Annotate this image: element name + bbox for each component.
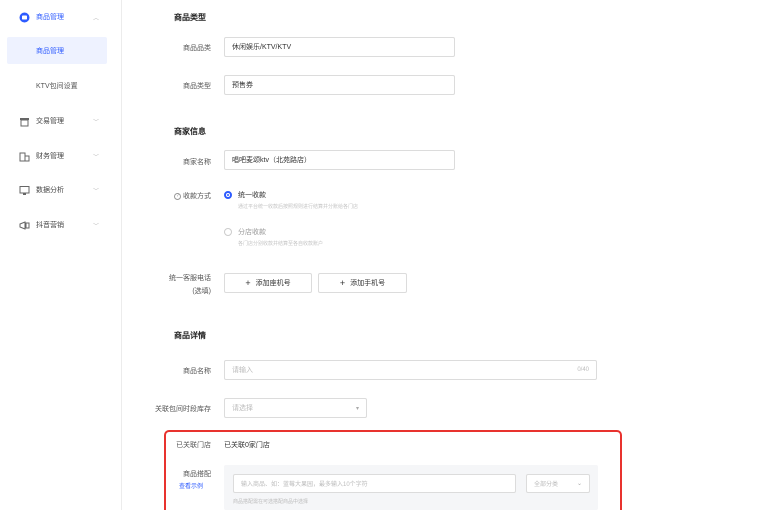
radio-checked-icon[interactable] bbox=[224, 191, 232, 199]
help-circle-icon[interactable]: ? bbox=[174, 192, 181, 200]
sidebar-item-product-management[interactable]: 商品管理 bbox=[7, 37, 107, 64]
payment-method-label: 收款方式 bbox=[183, 193, 211, 200]
radio-description: 各门店分别收款并结算至各自收款账户 bbox=[238, 241, 324, 247]
chevron-down-icon: ﹀ bbox=[93, 188, 100, 195]
menu-label: 交易管理 bbox=[36, 118, 64, 125]
add-mobile-button[interactable]: + 添加手机号 bbox=[318, 273, 407, 293]
period-inventory-label: 关联包间时段库存 bbox=[155, 406, 211, 413]
product-type-field[interactable]: 预售券 bbox=[224, 75, 455, 95]
section-title-merchant: 商家信息 bbox=[174, 127, 206, 136]
finance-icon bbox=[19, 151, 30, 162]
section-title-product-type: 商品类型 bbox=[174, 13, 206, 22]
match-hint: 商品搭配需在可选搭配商品中选择 bbox=[233, 499, 309, 505]
plus-icon: + bbox=[245, 278, 251, 288]
menu-label: 财务管理 bbox=[36, 153, 64, 160]
select-value: 全部分类 bbox=[534, 482, 559, 488]
menu-label: 数据分析 bbox=[36, 187, 64, 194]
menu-label: 商品管理 bbox=[36, 14, 64, 21]
chevron-down-icon: ﹀ bbox=[93, 119, 100, 126]
period-inventory-select[interactable]: 请选择 ▾ bbox=[224, 398, 367, 418]
chevron-down-icon: ﹀ bbox=[93, 223, 100, 230]
product-match-label: 商品搭配 bbox=[183, 471, 211, 478]
caret-down-icon: ▾ bbox=[355, 405, 359, 412]
menu-trade-management[interactable]: 交易管理 ﹀ bbox=[0, 110, 122, 132]
product-name-label: 商品名称 bbox=[183, 368, 211, 375]
product-type-label: 商品类型 bbox=[183, 83, 211, 90]
sub-item-label: KTV包间设置 bbox=[36, 82, 78, 90]
view-example-link[interactable]: 查看示例 bbox=[179, 481, 203, 490]
menu-douyin-marketing[interactable]: 抖音营销 ﹀ bbox=[0, 214, 122, 236]
button-label: 添加座机号 bbox=[255, 280, 291, 287]
category-filter-select[interactable]: 全部分类 ⌄ bbox=[526, 474, 590, 493]
radio-unchecked-icon[interactable] bbox=[224, 228, 232, 236]
service-phone-label-line1: 统一客服电话 bbox=[169, 275, 211, 282]
select-placeholder: 请选择 bbox=[232, 405, 253, 412]
search-placeholder: 输入商品、如：蓝莓大果园，最多输入10个字符 bbox=[241, 482, 368, 488]
button-label: 添加手机号 bbox=[350, 280, 386, 287]
chevron-down-icon: ﹀ bbox=[93, 154, 100, 161]
data-icon bbox=[19, 185, 30, 196]
sidebar: 商品管理 ︿ 商品管理 KTV包间设置 交易管理 ﹀ 财务管理 ﹀ 数据分析 ﹀… bbox=[0, 0, 122, 510]
payment-method-label-wrap: ? 收款方式 bbox=[101, 191, 211, 201]
radio-label: 分店收款 bbox=[238, 229, 266, 236]
service-phone-label-line2: (选填) bbox=[192, 288, 211, 295]
service-phone-label: 统一客服电话 (选填) bbox=[101, 272, 211, 298]
product-name-input[interactable]: 请输入 0/40 bbox=[224, 360, 597, 380]
menu-label: 抖音营销 bbox=[36, 222, 64, 229]
radio-label: 统一收款 bbox=[238, 192, 266, 199]
add-landline-button[interactable]: + 添加座机号 bbox=[224, 273, 312, 293]
radio-branch-payment[interactable]: 分店收款 bbox=[224, 227, 266, 237]
plus-icon: + bbox=[339, 278, 346, 288]
product-icon bbox=[19, 12, 30, 23]
radio-unified-payment[interactable]: 统一收款 bbox=[224, 190, 266, 200]
sidebar-item-ktv-room-settings[interactable]: KTV包间设置 bbox=[7, 72, 107, 99]
radio-description: 通过平台统一收款后按照规则进行结算并分账给各门店 bbox=[238, 204, 359, 210]
sub-item-label: 商品管理 bbox=[36, 47, 64, 55]
section-title-details: 商品详情 bbox=[174, 331, 206, 340]
merchant-name-label: 商家名称 bbox=[183, 159, 211, 166]
chevron-up-icon: ︿ bbox=[93, 15, 100, 22]
match-search-input[interactable]: 输入商品、如：蓝莓大果园，最多输入10个字符 bbox=[233, 474, 516, 493]
merchant-name-field[interactable]: 唱吧麦颂ktv（北苑路店） bbox=[224, 150, 455, 170]
category-label: 商品品类 bbox=[183, 45, 211, 52]
trade-icon bbox=[19, 116, 30, 127]
chevron-down-icon: ⌄ bbox=[576, 481, 582, 487]
linked-stores-label: 已关联门店 bbox=[176, 442, 211, 449]
linked-stores-value: 已关联0家门店 bbox=[224, 442, 270, 449]
product-name-placeholder: 请输入 bbox=[232, 367, 253, 374]
marketing-icon bbox=[19, 220, 30, 231]
char-counter: 0/40 bbox=[577, 367, 589, 373]
category-field[interactable]: 休闲娱乐/KTV/KTV bbox=[224, 37, 455, 57]
menu-product-management[interactable]: 商品管理 ︿ bbox=[0, 6, 122, 28]
